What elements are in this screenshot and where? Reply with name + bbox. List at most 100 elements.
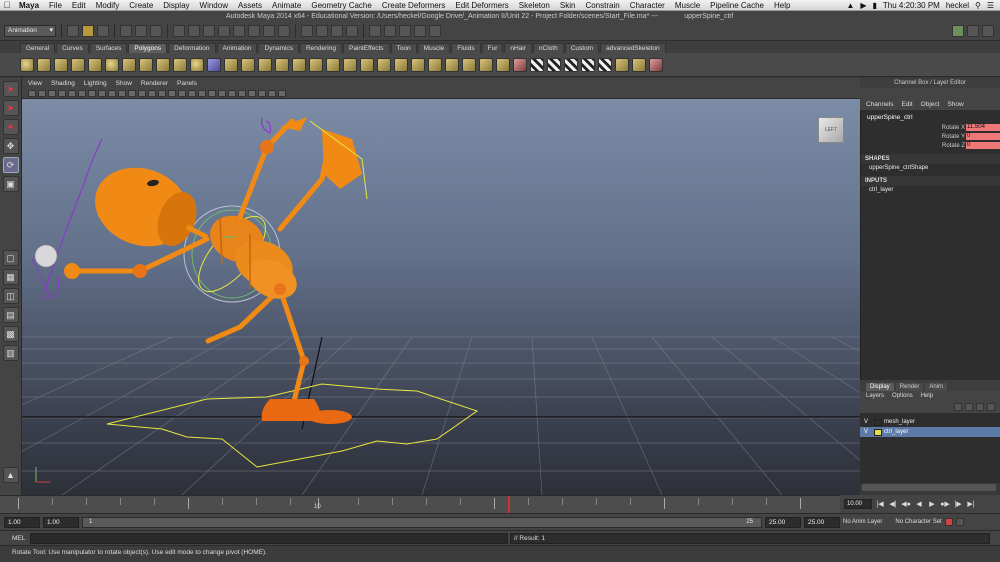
mel-label[interactable]: MEL — [0, 535, 30, 542]
held-ball[interactable] — [34, 244, 58, 268]
select-hierarchy-icon[interactable] — [120, 24, 132, 37]
snap-plane-icon[interactable] — [346, 24, 358, 37]
character-set-dropdown[interactable]: No Character Set — [895, 519, 941, 525]
mask-handles-icon[interactable] — [173, 24, 185, 37]
new-scene-icon[interactable] — [67, 24, 79, 37]
smooth-icon[interactable] — [343, 57, 357, 72]
new-layer-selected-icon[interactable] — [987, 403, 995, 411]
search-icon[interactable]: ⚲ — [975, 1, 981, 10]
mask-misc-icon[interactable] — [278, 24, 290, 37]
current-frame-field[interactable]: 10.00 — [844, 499, 872, 509]
wireframe-on-shaded-icon[interactable] — [178, 89, 186, 97]
volume-icon[interactable]: ▶ — [860, 1, 866, 10]
cb-shape-item[interactable]: upperSpine_ctrlShape — [861, 164, 1000, 172]
shelf-tab-surfaces[interactable]: Surfaces — [89, 43, 128, 53]
spherical-mapping-icon[interactable] — [581, 57, 595, 72]
move-tool-icon[interactable]: ✥ — [2, 138, 19, 154]
isolate-select-icon[interactable] — [238, 89, 246, 97]
floor-control-curve[interactable] — [106, 383, 479, 468]
clock[interactable]: Thu 4:20:30 PM — [883, 1, 940, 10]
menu-create[interactable]: Create — [124, 1, 158, 10]
character-toe[interactable] — [308, 410, 352, 424]
list-icon[interactable]: ☰ — [987, 1, 994, 10]
layer-menu-options[interactable]: Options — [892, 393, 913, 399]
shelf-tab-muscle[interactable]: Muscle — [417, 43, 451, 53]
character-hand[interactable] — [64, 263, 80, 279]
menu-skin[interactable]: Skin — [555, 1, 581, 10]
menu-display[interactable]: Display — [158, 1, 194, 10]
separate-icon[interactable] — [241, 57, 255, 72]
poly-cylinder-icon[interactable] — [54, 57, 68, 72]
boolean-difference-icon[interactable] — [292, 57, 306, 72]
mask-deformations-icon[interactable] — [233, 24, 245, 37]
textured-icon[interactable] — [188, 89, 196, 97]
mask-surfaces-icon[interactable] — [218, 24, 230, 37]
mask-joints-icon[interactable] — [188, 24, 200, 37]
ambient-occlusion-icon[interactable] — [248, 89, 256, 97]
layer-color-swatch[interactable] — [874, 428, 882, 436]
grease-pencil-icon[interactable] — [78, 89, 86, 97]
time-slider[interactable]: 10 — [0, 495, 840, 514]
range-slider[interactable]: 1 25 — [82, 516, 762, 528]
poly-prism-icon[interactable] — [122, 57, 136, 72]
layer-tab-render[interactable]: Render — [895, 383, 924, 391]
combine-icon[interactable] — [224, 57, 238, 72]
mask-rendering-icon[interactable] — [263, 24, 275, 37]
layer-name[interactable]: ctrl_layer — [884, 429, 908, 435]
menu-character[interactable]: Character — [625, 1, 670, 10]
harden-edge-icon[interactable] — [649, 57, 663, 72]
shelf-tab-painteffects[interactable]: PaintEffects — [342, 43, 390, 53]
panel-menu-panels[interactable]: Panels — [177, 80, 197, 87]
field-chart-icon[interactable] — [128, 89, 136, 97]
reduce-icon[interactable] — [360, 57, 374, 72]
cb-menu-channels[interactable]: Channels — [866, 101, 893, 108]
shelf-tab-advancedskeleton[interactable]: advancedSkeleton — [600, 43, 666, 53]
shadows-icon[interactable] — [208, 89, 216, 97]
panel-menu-view[interactable]: View — [28, 80, 42, 87]
cb-attr-rotate-x[interactable]: Rotate X 11.504 — [861, 123, 1000, 132]
menu-window[interactable]: Window — [195, 1, 233, 10]
shelf-tab-custom[interactable]: Custom — [564, 43, 600, 53]
layer-tab-anim[interactable]: Anim — [925, 383, 948, 391]
elbow-joint[interactable] — [133, 264, 147, 278]
layer-menu-layers[interactable]: Layers — [866, 393, 884, 399]
layer-name[interactable]: mesh_layer — [884, 419, 915, 425]
smooth-shade-icon[interactable] — [168, 89, 176, 97]
split-polygon-icon[interactable] — [462, 57, 476, 72]
cb-menu-edit[interactable]: Edit — [901, 101, 912, 108]
cb-node-name[interactable]: upperSpine_ctrl — [861, 110, 1000, 123]
menu-geometry-cache[interactable]: Geometry Cache — [306, 1, 376, 10]
boolean-union-icon[interactable] — [275, 57, 289, 72]
move-layer-down-icon[interactable] — [965, 403, 973, 411]
history-icon[interactable] — [369, 24, 381, 37]
persp-graph-layout-icon[interactable]: ▤ — [2, 307, 19, 323]
battery-icon[interactable]: ▮ — [873, 1, 877, 10]
safe-title-icon[interactable] — [148, 89, 156, 97]
single-perspective-layout-icon[interactable]: ▢ — [2, 250, 19, 266]
playback-end-field[interactable]: 25.00 — [765, 516, 801, 528]
shelf-tab-deformation[interactable]: Deformation — [168, 43, 216, 53]
menu-set-dropdown[interactable]: Animation — [4, 24, 56, 37]
shelf-tab-curves[interactable]: Curves — [56, 43, 89, 53]
scale-tool-icon[interactable]: ▣ — [2, 176, 19, 192]
attribute-editor-icon[interactable] — [952, 24, 964, 37]
anim-layer-dropdown[interactable]: No Anim Layer — [843, 519, 882, 525]
layer-row-ctrl[interactable]: V ctrl_layer — [860, 427, 1000, 437]
viewcube[interactable]: LEFT — [818, 117, 844, 143]
menu-help[interactable]: Help — [769, 1, 795, 10]
layer-menu-help[interactable]: Help — [921, 393, 933, 399]
menu-app[interactable]: Maya — [14, 1, 44, 10]
elbow-joint[interactable] — [260, 140, 274, 154]
cb-input-item[interactable]: ctrl_layer — [861, 186, 1000, 194]
go-to-end-icon[interactable]: ▶| — [966, 500, 976, 508]
go-to-start-icon[interactable]: |◀ — [875, 500, 885, 508]
panel-menu-shading[interactable]: Shading — [51, 80, 75, 87]
cylindrical-mapping-icon[interactable] — [564, 57, 578, 72]
poly-pyramid-icon[interactable] — [139, 57, 153, 72]
snap-point-icon[interactable] — [331, 24, 343, 37]
animation-end-field[interactable]: 25.00 — [804, 516, 840, 528]
layer-visibility-toggle[interactable]: V — [860, 429, 872, 435]
step-back-key-icon[interactable]: ◀● — [901, 500, 911, 508]
shelf-tab-fur[interactable]: Fur — [481, 43, 504, 53]
use-all-lights-icon[interactable] — [198, 89, 206, 97]
